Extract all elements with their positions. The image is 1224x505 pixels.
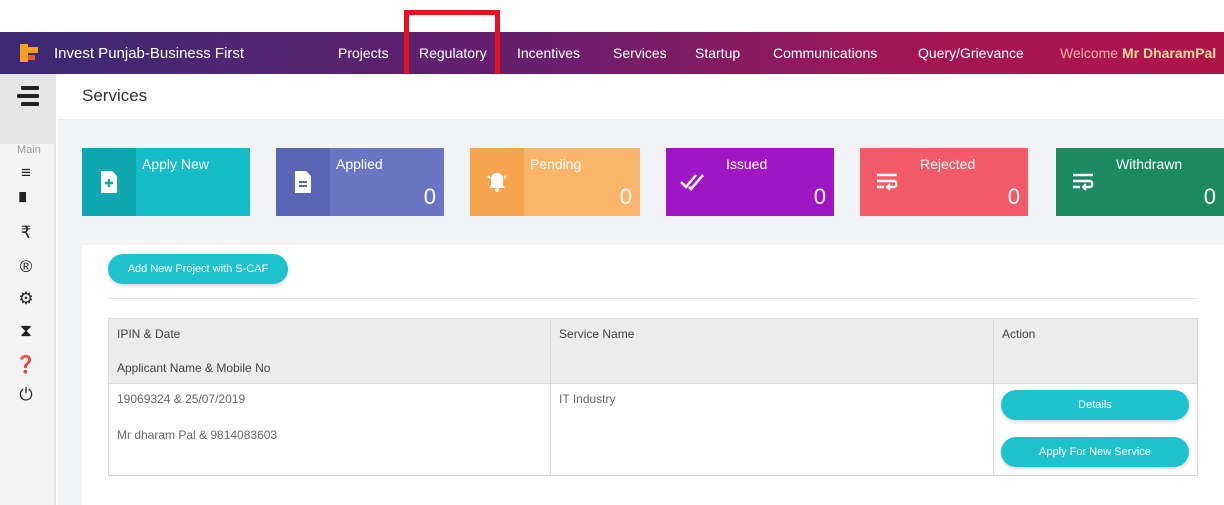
ipin-date: 19069324 & 25/07/2019 bbox=[117, 392, 246, 406]
file-icon bbox=[276, 148, 330, 216]
divider bbox=[108, 298, 1198, 299]
card-label: Withdrawn bbox=[1116, 156, 1183, 172]
double-check-icon bbox=[666, 148, 720, 216]
card-count: 0 bbox=[619, 184, 632, 209]
sidebar-toggle[interactable] bbox=[0, 74, 56, 144]
card-label: Applied bbox=[336, 156, 383, 172]
hourglass-icon[interactable]: ⧗ bbox=[14, 320, 38, 342]
sidebar: Main ≡ ▘ ₹ ® ⚙ ⧗ ❓ ⏻ bbox=[0, 74, 56, 505]
cell-ipin-applicant: 19069324 & 25/07/2019 Mr dharam Pal & 98… bbox=[107, 383, 552, 476]
card-rejected[interactable]: Rejected 0 bbox=[860, 148, 1028, 216]
column-header-service: Service Name bbox=[550, 318, 994, 384]
invest-punjab-logo-icon bbox=[18, 42, 40, 64]
card-pending[interactable]: Pending 0 bbox=[470, 148, 640, 216]
list-menu-icon bbox=[17, 86, 39, 106]
details-button[interactable]: Details bbox=[1000, 390, 1189, 420]
card-label: Issued bbox=[726, 156, 768, 172]
gears-icon[interactable]: ⚙ bbox=[14, 288, 38, 310]
column-header-ipin: IPIN & Date Applicant Name & Mobile No bbox=[107, 318, 552, 384]
card-withdrawn[interactable]: Withdrawn 0 bbox=[1056, 148, 1224, 216]
card-count: 0 bbox=[813, 184, 826, 209]
nav-communications[interactable]: Communications bbox=[773, 32, 877, 74]
registered-icon[interactable]: ® bbox=[14, 256, 38, 278]
table-row: 19069324 & 25/07/2019 Mr dharam Pal & 98… bbox=[107, 383, 1199, 476]
wrap-text-icon bbox=[860, 148, 914, 216]
card-count: 0 bbox=[1203, 184, 1216, 209]
wrap-text-icon bbox=[1056, 148, 1110, 216]
column-header-action: Action bbox=[992, 318, 1199, 384]
card-label: Rejected bbox=[920, 156, 976, 172]
sidebar-section-label: Main bbox=[17, 144, 41, 156]
file-icon[interactable]: ▘ bbox=[14, 192, 38, 214]
brand[interactable]: Invest Punjab-Business First bbox=[18, 32, 244, 74]
card-count: 0 bbox=[423, 184, 436, 209]
rupee-icon[interactable]: ₹ bbox=[14, 222, 38, 244]
card-apply-new[interactable]: Apply New bbox=[82, 148, 250, 216]
cell-service-name: IT Industry bbox=[550, 383, 994, 476]
nav-startup[interactable]: Startup bbox=[695, 32, 740, 74]
welcome-user[interactable]: Welcome Mr DharamPal bbox=[1060, 32, 1216, 74]
power-icon[interactable]: ⏻ bbox=[14, 384, 38, 406]
table-header-row: IPIN & Date Applicant Name & Mobile No S… bbox=[107, 318, 1199, 384]
card-count: 0 bbox=[1007, 184, 1020, 209]
plus-file-icon bbox=[82, 148, 136, 216]
nav-services[interactable]: Services bbox=[613, 32, 667, 74]
question-icon[interactable]: ❓ bbox=[14, 354, 38, 376]
bell-icon bbox=[470, 148, 524, 216]
apply-for-new-service-button[interactable]: Apply For New Service bbox=[1000, 437, 1189, 467]
top-navbar: Invest Punjab-Business First Projects Re… bbox=[0, 32, 1224, 74]
nav-incentives[interactable]: Incentives bbox=[517, 32, 580, 74]
card-applied[interactable]: Applied 0 bbox=[276, 148, 444, 216]
page-header: Services bbox=[58, 74, 1224, 120]
applicant-name-mobile: Mr dharam Pal & 9814083603 bbox=[117, 428, 278, 442]
brand-title: Invest Punjab-Business First bbox=[54, 44, 245, 62]
nav-projects[interactable]: Projects bbox=[338, 32, 389, 74]
add-new-project-button[interactable]: Add New Project with S-CAF bbox=[108, 254, 288, 284]
cell-actions: Details Apply For New Service bbox=[992, 383, 1199, 476]
nav-query-grievance[interactable]: Query/Grievance bbox=[918, 32, 1024, 74]
page-title: Services bbox=[82, 86, 148, 105]
services-table: IPIN & Date Applicant Name & Mobile No S… bbox=[107, 318, 1199, 476]
card-label: Apply New bbox=[142, 156, 209, 172]
list-icon[interactable]: ≡ bbox=[14, 162, 38, 184]
card-issued[interactable]: Issued 0 bbox=[666, 148, 834, 216]
card-label: Pending bbox=[530, 156, 582, 172]
